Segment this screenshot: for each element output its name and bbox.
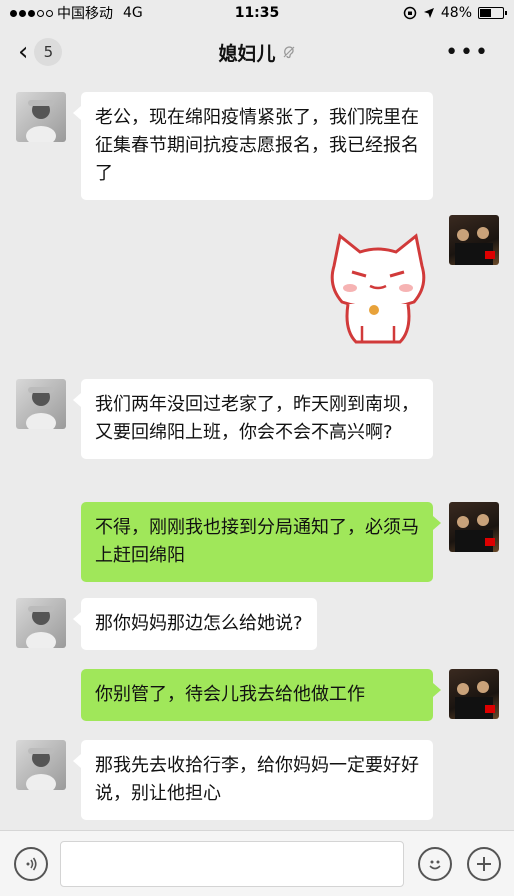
message-input[interactable] [60,841,404,887]
carrier-label: 中国移动 [57,6,113,22]
emoji-button[interactable] [418,847,452,881]
plus-icon [477,857,491,871]
message-text: 那你妈妈那边怎么给她说? [95,613,303,634]
status-left: 中国移动 4G [10,3,143,23]
sticker-message[interactable] [322,230,434,352]
message-text: 老公，现在绵阳疫情紧张了，我们院里在征集春节期间抗疫志愿报名，我已经报名了 [95,107,419,184]
message-bubble-outgoing[interactable]: 你别管了，待会儿我去给他做工作 [81,669,441,721]
more-actions-button[interactable] [467,847,501,881]
battery-fill [480,9,491,17]
chat-title-wrap: 媳妇儿 [218,39,295,66]
avatar-contact[interactable] [16,92,66,142]
more-options-button[interactable]: ••• [445,40,490,65]
chat-title: 媳妇儿 [218,42,276,65]
message-bubble-incoming[interactable]: 我们两年没回过老家了，昨天刚到南坝，又要回绵阳上班，你会不会不高兴啊? [73,379,433,459]
rotation-lock-icon [403,6,417,20]
location-arrow-icon [423,8,434,18]
chat-history[interactable]: 老公，现在绵阳疫情紧张了，我们院里在征集春节期间抗疫志愿报名，我已经报名了 我们… [0,78,514,830]
message-text: 你别管了，待会儿我去给他做工作 [95,684,365,705]
avatar-self[interactable] [449,669,499,719]
avatar-contact[interactable] [16,379,66,429]
mute-ear-icon [283,46,294,59]
unread-count-badge: 5 [34,38,63,66]
message-text: 我们两年没回过老家了，昨天刚到南坝，又要回绵阳上班，你会不会不高兴啊? [95,394,419,443]
battery-icon [478,7,507,19]
network-label: 4G [123,5,143,21]
message-text: 那我先去收拾行李，给你妈妈一定要好好说，别让他担心 [95,755,419,804]
voice-input-button[interactable] [14,847,48,881]
message-bubble-incoming[interactable]: 那你妈妈那边怎么给她说? [73,598,317,650]
avatar-contact[interactable] [16,740,66,790]
status-right: 48% [403,5,507,21]
message-bubble-outgoing[interactable]: 不得，刚刚我也接到分局通知了，必须马上赶回绵阳 [81,502,441,582]
nav-bar: ‹ 5 媳妇儿 ••• [0,26,514,78]
battery-percent: 48% [440,5,472,21]
cat-sticker-icon [330,233,426,344]
avatar-contact[interactable] [16,598,66,648]
back-button[interactable]: ‹ 5 [18,37,63,67]
message-bubble-incoming[interactable]: 老公，现在绵阳疫情紧张了，我们院里在征集春节期间抗疫志愿报名，我已经报名了 [73,92,433,200]
status-bar: 中国移动 4G 11:35 48% [0,0,514,26]
input-bar [0,830,514,896]
avatar-self[interactable] [449,502,499,552]
emoji-icon [429,860,441,870]
avatar-self[interactable] [449,215,499,265]
message-bubble-incoming[interactable]: 那我先去收拾行李，给你妈妈一定要好好说，别让他担心 [73,740,433,820]
signal-strength-icon [10,9,53,17]
message-text: 不得，刚刚我也接到分局通知了，必须马上赶回绵阳 [95,517,419,566]
voice-icon [26,857,37,871]
chevron-left-icon: ‹ [18,37,29,67]
